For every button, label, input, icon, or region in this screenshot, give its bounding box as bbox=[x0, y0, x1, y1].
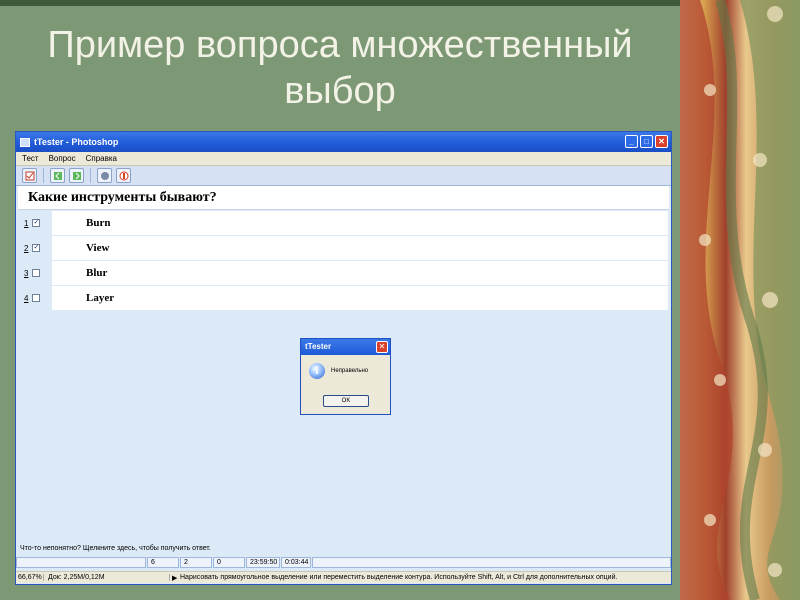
answer-checkbox[interactable] bbox=[32, 294, 41, 302]
decorative-panel bbox=[680, 0, 800, 600]
answer-left: 4 bbox=[16, 286, 52, 310]
window-controls: _ □ ✕ bbox=[625, 135, 668, 148]
status-empty bbox=[16, 557, 146, 568]
stop-icon[interactable] bbox=[116, 168, 131, 183]
ok-button[interactable]: OK bbox=[323, 395, 369, 407]
window-title: tTester - Photoshop bbox=[34, 137, 119, 147]
status-message: Нарисовать прямоугольное выделение или п… bbox=[180, 574, 618, 581]
toolbar-separator bbox=[90, 168, 91, 183]
status-fill bbox=[312, 557, 671, 568]
menu-test[interactable]: Тест bbox=[22, 154, 39, 163]
finish-test-icon[interactable] bbox=[22, 168, 37, 183]
answer-left: 3 bbox=[16, 261, 52, 285]
answer-text: View bbox=[52, 236, 668, 260]
answer-number: 1 bbox=[24, 218, 29, 228]
answer-text: Layer bbox=[52, 286, 668, 310]
answer-checkbox[interactable] bbox=[32, 269, 41, 277]
menubar: Тест Вопрос Справка bbox=[16, 152, 671, 166]
menu-help[interactable]: Справка bbox=[86, 154, 117, 163]
app-icon bbox=[20, 137, 30, 147]
status-answered: 2 bbox=[180, 557, 212, 568]
photoshop-statusbar: 66,67% Док: 2,25M/0,12M ▶ Нарисовать пря… bbox=[16, 571, 671, 583]
question-text: Какие инструменты бывают? bbox=[18, 186, 669, 210]
answer-row[interactable]: 3 Blur bbox=[16, 261, 671, 285]
next-question-icon[interactable] bbox=[69, 168, 84, 183]
status-row: 6 2 0 23:59:50 0:03:44 bbox=[16, 557, 671, 569]
minimize-button[interactable]: _ bbox=[625, 135, 638, 148]
answer-checkbox[interactable]: ✓ bbox=[32, 219, 41, 227]
slide-top-band bbox=[0, 0, 680, 6]
answer-list: 1 ✓ Burn 2 ✓ View 3 Blur 4 Layer bbox=[16, 211, 671, 310]
answer-row[interactable]: 2 ✓ View bbox=[16, 236, 671, 260]
answer-left: 1 ✓ bbox=[16, 211, 52, 235]
status-time-left: 23:59:50 bbox=[246, 557, 280, 568]
slide-title-line-2: выбор bbox=[284, 70, 396, 112]
answer-row[interactable]: 4 Layer bbox=[16, 286, 671, 310]
status-arrow-icon[interactable]: ▶ bbox=[170, 574, 180, 582]
answer-left: 2 ✓ bbox=[16, 236, 52, 260]
menu-question[interactable]: Вопрос bbox=[49, 154, 76, 163]
help-hint-link[interactable]: Что-то непонятно? Щелкните здесь, чтобы … bbox=[20, 545, 211, 552]
dialog-title: tTester bbox=[305, 342, 332, 351]
previous-question-icon[interactable] bbox=[50, 168, 65, 183]
dialog-message: Неправельно bbox=[331, 368, 369, 374]
decorative-pattern bbox=[680, 0, 800, 600]
zoom-level[interactable]: 66,67% bbox=[16, 574, 44, 581]
slide-title-line-1: Пример вопроса множественный bbox=[47, 24, 633, 66]
answer-number: 4 bbox=[24, 293, 29, 303]
dialog-close-button[interactable]: ✕ bbox=[376, 341, 388, 353]
status-total-questions: 6 bbox=[147, 557, 179, 568]
info-icon: i bbox=[309, 363, 325, 379]
dialog-titlebar[interactable]: tTester ✕ bbox=[301, 339, 390, 355]
close-button[interactable]: ✕ bbox=[655, 135, 668, 148]
answer-checkbox[interactable]: ✓ bbox=[32, 244, 41, 252]
toolbar-separator bbox=[43, 168, 44, 183]
toolbar bbox=[16, 166, 671, 186]
status-correct: 0 bbox=[213, 557, 245, 568]
status-time-elapsed: 0:03:44 bbox=[281, 557, 311, 568]
dialog-body: i Неправельно bbox=[301, 355, 390, 379]
maximize-button[interactable]: □ bbox=[640, 135, 653, 148]
answer-text: Blur bbox=[52, 261, 668, 285]
help-icon[interactable] bbox=[97, 168, 112, 183]
answer-text: Burn bbox=[52, 211, 668, 235]
doc-size: Док: 2,25M/0,12M bbox=[44, 574, 170, 581]
answer-number: 2 bbox=[24, 243, 29, 253]
window-titlebar[interactable]: tTester - Photoshop _ □ ✕ bbox=[16, 132, 671, 152]
answer-number: 3 bbox=[24, 268, 29, 278]
slide-title: Пример вопроса множественный выбор bbox=[20, 22, 660, 114]
answer-row[interactable]: 1 ✓ Burn bbox=[16, 211, 671, 235]
message-dialog: tTester ✕ i Неправельно OK bbox=[300, 338, 391, 415]
